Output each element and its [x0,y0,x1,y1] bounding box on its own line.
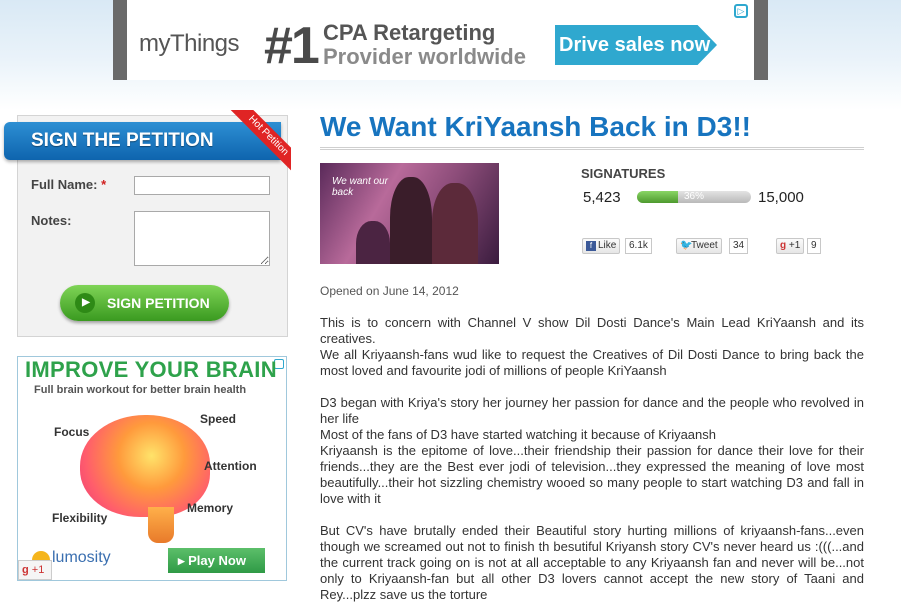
top-banner-ad-content[interactable]: myThings #1 CPA Retargeting Provider wor… [127,0,754,80]
hot-petition-ribbon: Hot Petition [229,110,291,172]
ad-headline: CPA Retargeting [323,20,496,45]
play-now-button[interactable]: ▸ Play Now [168,548,265,573]
facebook-like-count: 6.1k [625,238,652,254]
petition-image: We want our back [320,163,499,264]
full-name-input[interactable] [134,176,270,195]
sign-petition-label: SIGN PETITION [107,295,210,311]
signatures-current: 5,423 [583,189,621,206]
petition-paragraph-3: But CV's have brutally ended their Beaut… [320,523,864,602]
tweet-button[interactable]: 🐦Tweet [676,238,722,254]
adchoices-icon[interactable]: ▷ [734,4,748,18]
ad-brand-logo: myThings [139,30,240,57]
petition-title: We Want KriYaansh Back in D3!! [320,111,751,142]
twitter-icon: 🐦 [680,240,693,251]
facebook-like-button[interactable]: f Like [582,238,621,254]
brain-word-memory: Memory [187,501,234,515]
petition-paragraph-1: This is to concern with Channel V show D… [320,315,864,378]
brain-word-flexibility: Flexibility [52,511,108,525]
ad-subheadline: Provider worldwide [323,44,526,69]
signatures-progress-bar: 36% [637,191,751,203]
brain-training-ad[interactable]: IMPROVE YOUR BRAIN Full brain workout fo… [17,356,287,581]
gplus-share-button[interactable]: g +1 [776,238,805,254]
google-plus-icon: g [780,240,787,251]
google-plus-icon: g [22,564,29,576]
facebook-like-label: Like [598,240,617,251]
tweet-label: Tweet [691,240,718,251]
signatures-goal: 15,000 [758,189,804,206]
image-figure-right [432,183,478,264]
hot-petition-label: Hot Petition [230,110,291,172]
title-divider [320,147,864,150]
brain-word-attention: Attention [204,459,257,473]
signatures-heading: SIGNATURES [581,166,666,181]
image-figure-left [390,177,432,264]
brain-stem-illustration [148,507,174,543]
full-name-label-text: Full Name: [31,177,98,192]
brain-ad-subtitle: Full brain workout for better brain heal… [34,384,247,396]
facebook-icon: f [586,241,596,251]
required-mark: * [101,177,107,192]
top-banner-ad[interactable]: myThings #1 CPA Retargeting Provider wor… [113,0,768,80]
petition-paragraph-2: D3 began with Kriya's story her journey … [320,395,864,506]
ad-cta-button[interactable]: Drive sales now [555,25,717,65]
petition-opened-date: Opened on June 14, 2012 [320,284,459,298]
image-figure-small [356,221,390,264]
ad-number: #1 [264,17,320,75]
gplus-share-label: +1 [788,240,801,251]
brain-word-speed: Speed [200,412,237,426]
play-now-label: Play Now [188,553,246,568]
gplus-share-count: 9 [807,238,821,254]
full-name-label: Full Name: * [31,177,106,192]
sign-petition-button[interactable]: ▶ SIGN PETITION [60,285,229,321]
image-caption: We want our back [332,176,388,198]
gplus-button[interactable]: g +1 [18,560,52,580]
brain-word-focus: Focus [54,425,90,439]
play-arrow-icon: ▶ [75,293,95,313]
tweet-count: 34 [729,238,749,254]
notes-label: Notes: [31,213,72,228]
brain-ad-title: IMPROVE YOUR BRAIN [25,357,277,382]
notes-textarea[interactable] [134,211,270,266]
signatures-progress-percent: 36% [683,191,704,202]
lumosity-brand: lumosity [52,549,111,566]
gplus-label: +1 [31,564,45,576]
